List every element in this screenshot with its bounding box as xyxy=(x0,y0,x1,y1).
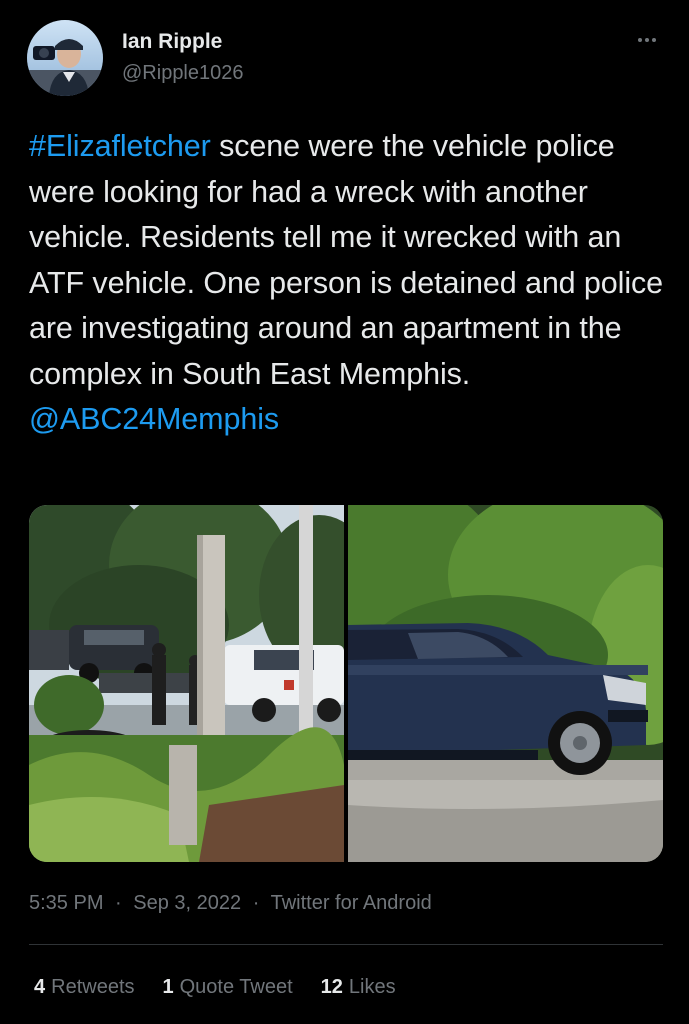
more-horizontal-icon-dot xyxy=(645,38,649,42)
more-horizontal-icon xyxy=(638,38,642,42)
tweet-stats: 4 Retweets 1 Quote Tweet 12 Likes xyxy=(34,976,396,999)
photo-left[interactable] xyxy=(29,505,344,862)
hashtag-link[interactable]: #Elizafletcher xyxy=(29,129,211,163)
tweet-body: scene were the vehicle police were looki… xyxy=(29,129,664,391)
more-horizontal-icon-dot xyxy=(652,38,656,42)
tweet-time[interactable]: 5:35 PM xyxy=(29,892,103,914)
retweets-count: 4 xyxy=(34,976,46,998)
tweet-text: #Elizafletcher scene were the vehicle po… xyxy=(29,124,669,443)
media-grid xyxy=(29,505,663,862)
author-name[interactable]: Ian Ripple xyxy=(122,30,222,54)
quote-tweets-stat[interactable]: 1 Quote Tweet xyxy=(163,976,293,999)
likes-label: Likes xyxy=(348,976,396,998)
photo-right[interactable] xyxy=(348,505,663,862)
meta-separator: · xyxy=(252,892,260,914)
tweet-date[interactable]: Sep 3, 2022 xyxy=(133,892,241,914)
tweet-card: Ian Ripple @Ripple1026 #Elizafletcher sc… xyxy=(0,0,689,1024)
retweets-label: Retweets xyxy=(51,976,135,998)
quote-label: Quote Tweet xyxy=(179,976,293,998)
tweet-meta: 5:35 PM · Sep 3, 2022 · Twitter for Andr… xyxy=(29,892,432,915)
quote-count: 1 xyxy=(162,976,174,998)
meta-separator: · xyxy=(115,892,122,914)
tweet-source[interactable]: Twitter for Android xyxy=(271,892,432,914)
likes-count: 12 xyxy=(320,976,343,998)
retweets-stat[interactable]: 4 Retweets xyxy=(34,976,135,999)
more-options-button[interactable] xyxy=(632,30,662,50)
likes-stat[interactable]: 12 Likes xyxy=(321,976,396,999)
avatar[interactable] xyxy=(27,20,103,96)
divider xyxy=(29,944,663,945)
mention-link[interactable]: @ABC24Memphis xyxy=(29,402,279,436)
author-handle[interactable]: @Ripple1026 xyxy=(122,62,244,85)
